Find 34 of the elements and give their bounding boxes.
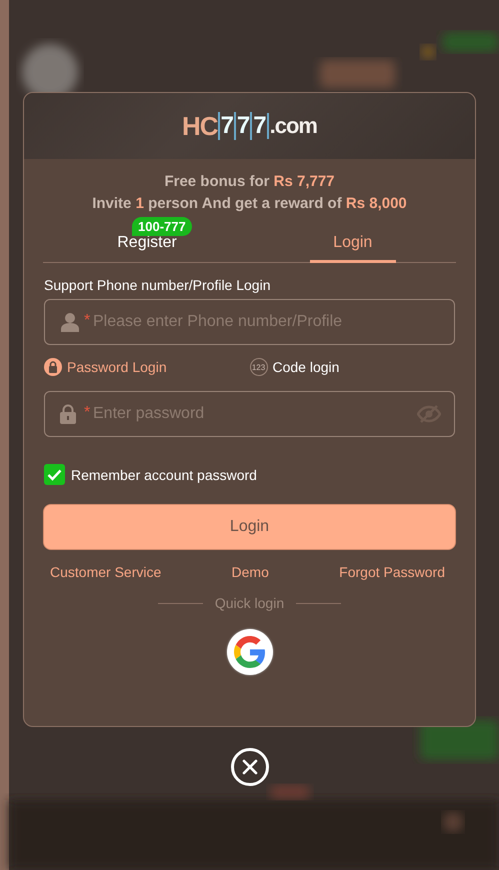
required-asterisk: * (84, 312, 90, 330)
code-icon: 123 (250, 358, 268, 376)
user-icon (60, 312, 80, 332)
footer-link[interactable]: Customer Service (50, 564, 162, 580)
google-icon (234, 636, 266, 668)
footer-link[interactable]: Forgot Password (339, 564, 445, 580)
lock-icon (44, 358, 62, 376)
blurred-nav-badge (270, 785, 310, 799)
logo-text: .com (266, 113, 317, 139)
login-method-tab[interactable]: Password Login (44, 358, 250, 376)
tab[interactable]: Login (310, 232, 396, 263)
logo-text: HC (182, 110, 218, 142)
logo-digit: 7 (218, 112, 234, 140)
remember-checkbox[interactable] (44, 464, 65, 485)
close-icon (242, 759, 258, 775)
logo-digit: 7 (250, 112, 267, 140)
blurred-nav-icon (443, 812, 463, 832)
lock-icon (60, 404, 76, 424)
login-method-tab[interactable]: 123 Code login (250, 358, 455, 376)
promo-text: Invite 1 person And get a reward of Rs 8,000 (92, 195, 407, 212)
code-badge: 100-777 (132, 217, 192, 236)
check-icon (47, 468, 62, 480)
google-login-button[interactable] (226, 629, 272, 675)
close-button[interactable] (230, 748, 268, 786)
remember-label: Remember account password (71, 466, 257, 482)
blurred-coin-icon (421, 45, 435, 59)
logo-digit: 7 (234, 112, 250, 140)
promo-text: Free bonus for Rs 7,777 (164, 173, 335, 190)
login-button[interactable]: Login (43, 504, 456, 550)
blurred-badge (442, 32, 499, 52)
account-label: Support Phone number/Profile Login (44, 277, 272, 293)
footer-link[interactable]: Demo (232, 564, 269, 580)
required-asterisk: * (84, 404, 90, 422)
quick-login-label: Quick login (214, 595, 284, 611)
